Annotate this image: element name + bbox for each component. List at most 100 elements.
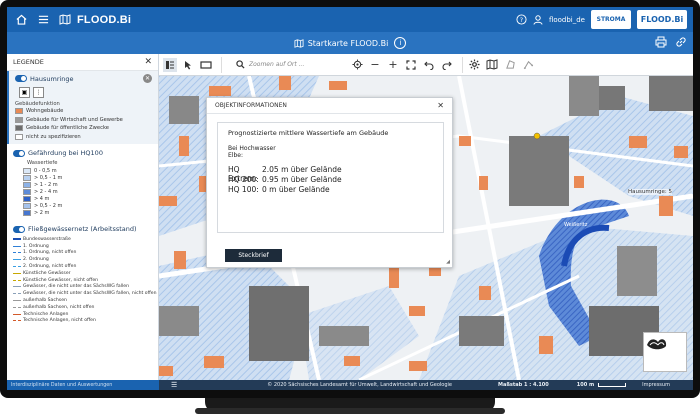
legend-item: nicht zu spezifizieren <box>15 133 152 142</box>
svg-text:?: ? <box>520 16 523 24</box>
pointer-icon[interactable] <box>181 58 195 72</box>
rectangle-select-icon[interactable] <box>199 58 213 72</box>
user-name[interactable]: floodbi_de <box>549 16 585 24</box>
legend-swatch <box>23 195 31 202</box>
legend-line-swatch <box>13 252 21 254</box>
legend-panel: LEGENDE ✕ Hausumringe ✕ ▣ ⋮ Gebäudefunkt… <box>7 54 159 380</box>
undo-icon[interactable] <box>422 58 436 72</box>
menu-icon[interactable] <box>35 12 51 28</box>
floodbi-logo: FLOOD.Bi <box>637 10 687 29</box>
legend-item: Technische Anlagen, nicht offen <box>13 318 152 325</box>
legend-title: LEGENDE <box>13 58 44 66</box>
legend-swatch <box>15 116 23 123</box>
map-title: Startkarte FLOOD.Bi <box>294 38 389 48</box>
hausumringe-title-row: Hausumringe ✕ <box>15 74 152 83</box>
legend-line-swatch <box>13 286 21 288</box>
close-icon[interactable]: ✕ <box>144 57 152 67</box>
gefaehrdung-toggle[interactable] <box>13 149 25 157</box>
help-icon[interactable]: ? <box>516 10 527 29</box>
legend-section-gefaehrdung: Gefährdung bei HQ100 Wassertiefe 0 - 0,5… <box>7 146 158 219</box>
toolbar-divider <box>221 56 222 73</box>
legend-item: Künstliche Gewässer <box>13 270 152 277</box>
zoom-in-icon[interactable]: + <box>386 58 400 72</box>
legend-item-label: > 0,5 - 1 m <box>34 174 63 181</box>
depth-value: 2.05 m über Gelände <box>262 165 342 174</box>
info-icon[interactable]: i <box>394 37 407 49</box>
print-icon[interactable] <box>655 36 667 50</box>
legend-item: > 0,5 - 2 m <box>23 202 152 209</box>
fliess-title-row: Fließgewässernetz (Arbeitsstand) <box>13 225 152 233</box>
scale-text: Maßstab 1 : 4.100 <box>497 382 549 388</box>
legend-item-label: 2. Ordnung, nicht offen <box>23 264 77 270</box>
layer-image-icon[interactable]: ▣ <box>19 87 30 98</box>
legend-item: > 2 m <box>23 209 152 216</box>
map-layers-icon[interactable] <box>485 58 499 72</box>
footer-left-text: Interdisziplinäre Daten und Auswertungen <box>11 382 113 388</box>
legend-item-label: Gebäude für Wirtschaft und Gewerbe <box>26 116 123 123</box>
search-field[interactable]: Zoomen auf Ort ... <box>236 60 346 69</box>
monitor-stand-base <box>195 408 505 414</box>
legend-item: 2. Ordnung <box>13 256 152 263</box>
legend-swatch <box>15 133 23 140</box>
measure-area-icon[interactable] <box>503 58 517 72</box>
legend-line-swatch <box>13 306 21 308</box>
dialog-content: Prognostizierte mittlere Wassertiefe am … <box>217 122 444 233</box>
floodbi-logo-text: FLOOD.Bi <box>640 15 684 24</box>
impressum-link[interactable]: Impressum <box>642 382 670 388</box>
legend-item-label: Wohngebäude <box>26 108 64 115</box>
search-icon <box>236 60 245 69</box>
legend-line-swatch <box>13 259 21 261</box>
legend-swatch <box>23 174 31 181</box>
map-title-bar: Startkarte FLOOD.Bi i <box>7 32 693 54</box>
remove-layer-icon[interactable]: ✕ <box>143 74 152 83</box>
legend-item: > 0,5 - 1 m <box>23 174 152 181</box>
gefaehrdung-title-row: Gefährdung bei HQ100 <box>13 149 152 157</box>
dialog-header: OBJEKTINFORMATIONEN ✕ <box>207 98 452 114</box>
home-icon[interactable] <box>13 12 29 28</box>
settings-gear-icon[interactable] <box>467 58 481 72</box>
legend-toggle-icon[interactable] <box>163 57 177 72</box>
legend-item: 2. Ordnung, nicht offen <box>13 263 152 270</box>
more-options-icon[interactable]: ⋮ <box>33 87 44 98</box>
link-icon[interactable] <box>675 36 687 50</box>
legend-item: Technische Anlagen <box>13 311 152 318</box>
legend-line-swatch <box>13 279 21 281</box>
legend-item-label: 1. Ordnung, nicht offen <box>23 250 77 256</box>
redo-icon[interactable] <box>440 58 454 72</box>
zoom-out-icon[interactable]: − <box>368 58 382 72</box>
legend-item-label: > 0,5 - 2 m <box>34 202 63 209</box>
map-footer: ☰ © 2020 Sächsisches Landesamt für Umwel… <box>159 380 693 390</box>
measure-distance-icon[interactable] <box>521 58 535 72</box>
copyright-text: © 2020 Sächsisches Landesamt für Umwelt,… <box>267 382 452 388</box>
legend-item-label: > 2 m <box>34 209 50 216</box>
map-title-text: Startkarte FLOOD.Bi <box>307 38 389 48</box>
steckbrief-button[interactable]: Steckbrief <box>225 249 282 262</box>
object-info-dialog: OBJEKTINFORMATIONEN ✕ Prognostizierte mi… <box>206 97 453 268</box>
partner-logo-stroma-text: STROMA <box>596 16 626 23</box>
fliess-items: Bundeswasserstraße 1. Ordnung 1. Ordnung, … <box>13 236 157 325</box>
locate-icon[interactable] <box>350 58 364 72</box>
legend-item: > 1 - 2 m <box>23 181 152 188</box>
legend-item: Wohngebäude <box>15 107 152 116</box>
brand-title: FLOOD.Bi <box>77 13 132 26</box>
hausumringe-toggle[interactable] <box>15 75 27 82</box>
dialog-close-icon[interactable]: ✕ <box>437 101 444 110</box>
fullscreen-icon[interactable] <box>404 58 418 72</box>
legend-item: Gewässer, die nicht unter das SächsWG fa… <box>13 284 152 291</box>
overview-map-icon[interactable] <box>643 332 687 372</box>
legend-line-swatch <box>13 313 21 315</box>
legend-item-label: Bundeswasserstraße <box>23 236 71 242</box>
toolbar-divider <box>462 56 463 73</box>
legend-item-label: außerhalb Sachsen, nicht offen <box>23 304 95 310</box>
list-icon[interactable]: ☰ <box>171 381 177 389</box>
dialog-title: OBJEKTINFORMATIONEN <box>215 102 287 109</box>
resize-handle-icon[interactable]: ◢ <box>446 259 450 265</box>
depth-value: 0.95 m über Gelände <box>262 175 342 184</box>
fliess-title: Fließgewässernetz (Arbeitsstand) <box>28 225 137 233</box>
legend-item: Gewässer, die nicht unter das SächsWG fa… <box>13 290 157 297</box>
fliess-toggle[interactable] <box>13 225 25 233</box>
hausumringe-controls: ▣ ⋮ <box>19 87 152 98</box>
map-title-icon <box>294 38 304 48</box>
user-icon[interactable] <box>533 10 543 29</box>
legend-section-hausumringe: Hausumringe ✕ ▣ ⋮ Gebäudefunktion Wohnge… <box>7 71 158 144</box>
